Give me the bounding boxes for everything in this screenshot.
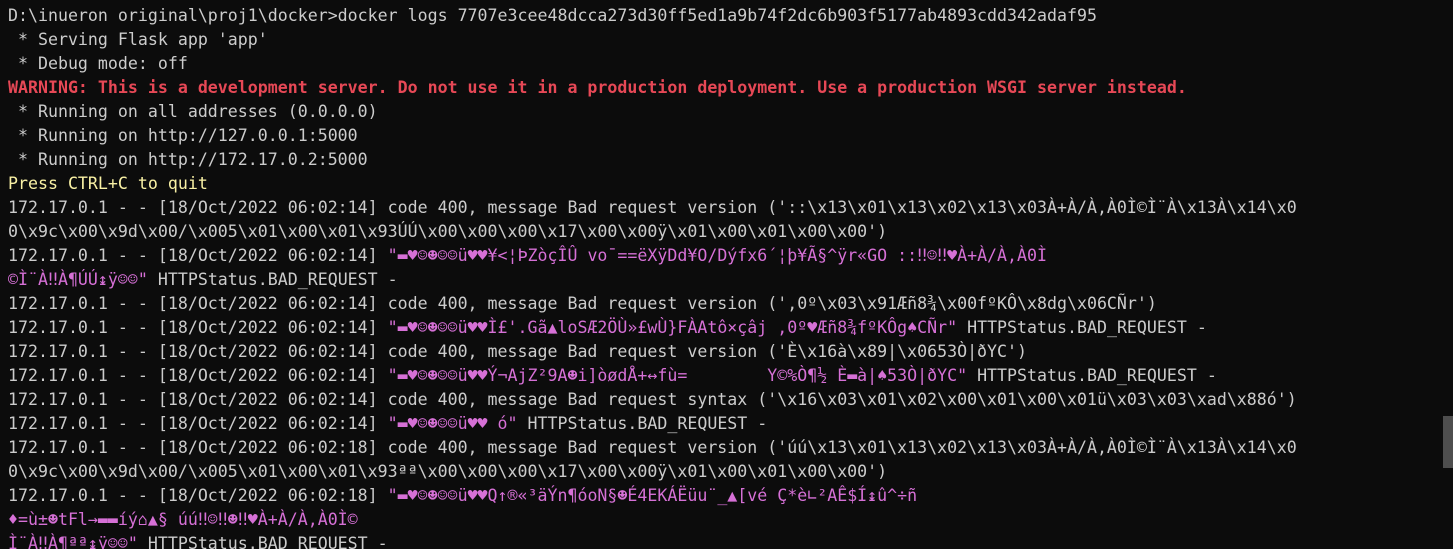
garbled-request: "▬♥☺☻☺☺ü♥♥Ì£'.Gã▲loSÆ2ÖÙ»£wÙ}FÀAtô×çâj ,… — [387, 318, 958, 337]
log-line: 172.17.0.1 - - [18/Oct/2022 06:02:18] co… — [8, 438, 1297, 457]
log-suffix: HTTPStatus.BAD_REQUEST - — [147, 270, 398, 289]
log-line: 0\x9c\x00\x9d\x00/\x005\x01\x00\x01\x93ª… — [8, 462, 888, 481]
garbled-request: ©Ì¨À‼À¶ÚÚ↨ÿ☺☺" — [8, 270, 148, 289]
log-suffix: HTTPStatus.BAD_REQUEST - — [967, 366, 1217, 385]
garbled-request: "▬♥☺☻☺☺ü♥♥Ý¬AjZ²9A☻i]òødÅ+↔fù= Y©%Ò¶½ È▬… — [387, 366, 968, 385]
log-prefix: 172.17.0.1 - - [18/Oct/2022 06:02:14] — [8, 414, 388, 433]
log-prefix: 172.17.0.1 - - [18/Oct/2022 06:02:18] — [8, 486, 388, 505]
log-prefix: 172.17.0.1 - - [18/Oct/2022 06:02:14] — [8, 318, 388, 337]
terminal-window[interactable]: D:\inueron original\proj1\docker>docker … — [0, 0, 1453, 549]
log-line: 172.17.0.1 - - [18/Oct/2022 06:02:14] co… — [8, 390, 1297, 409]
log-line: ©Ì¨À‼À¶ÚÚ↨ÿ☺☺" HTTPStatus.BAD_REQUEST - — [8, 268, 1453, 292]
log-prefix: 172.17.0.1 - - [18/Oct/2022 06:02:14] — [8, 246, 388, 265]
running-all-addresses-line: * Running on all addresses (0.0.0.0) — [8, 102, 378, 121]
log-line: 172.17.0.1 - - [18/Oct/2022 06:02:14] co… — [8, 342, 1028, 361]
log-suffix: HTTPStatus.BAD_REQUEST - — [517, 414, 768, 433]
log-line: 172.17.0.1 - - [18/Oct/2022 06:02:14] co… — [8, 294, 1157, 313]
running-localhost-line: * Running on http://127.0.0.1:5000 — [8, 126, 358, 145]
log-line: 172.17.0.1 - - [18/Oct/2022 06:02:14] "▬… — [8, 364, 1453, 388]
log-line: 172.17.0.1 - - [18/Oct/2022 06:02:14] "▬… — [8, 244, 1453, 268]
log-suffix: HTTPStatus.BAD_REQUEST - — [957, 318, 1207, 337]
log-line: 172.17.0.1 - - [18/Oct/2022 06:02:14] co… — [8, 198, 1297, 217]
log-prefix: 172.17.0.1 - - [18/Oct/2022 06:02:14] — [8, 366, 388, 385]
debug-mode-line: * Debug mode: off — [8, 54, 188, 73]
scrollbar-thumb[interactable] — [1443, 416, 1453, 468]
command-line: D:\inueron original\proj1\docker>docker … — [8, 6, 1097, 25]
log-suffix: HTTPStatus.BAD_REQUEST - — [137, 534, 388, 549]
log-line: Ì¨À‼À¶ªª↨ÿ☺☺" HTTPStatus.BAD_REQUEST - — [8, 532, 1453, 549]
garbled-request: Ì¨À‼À¶ªª↨ÿ☺☺" — [8, 534, 138, 549]
garbled-request: "▬♥☺☻☺☺ü♥♥¥<¦ÞZòçÎÛ vo¯==ëXÿDd¥O/Dýfx6´¦… — [387, 246, 1047, 265]
log-line: 172.17.0.1 - - [18/Oct/2022 06:02:14] "▬… — [8, 316, 1453, 340]
running-container-ip-line: * Running on http://172.17.0.2:5000 — [8, 150, 368, 169]
log-line: 0\x9c\x00\x9d\x00/\x005\x01\x00\x01\x93Ú… — [8, 222, 888, 241]
garbled-request: ♦=ù±☻tFl→▬▬íý⌂▲§ úú‼☺‼☻‼♥À+À/À,À0Ì© — [8, 510, 358, 529]
flask-serving-line: * Serving Flask app 'app' — [8, 30, 268, 49]
garbled-request: "▬♥☺☻☺☺ü♥♥Q↑®«³äÝn¶óoN§☻É4EKÁËüu¨_▲[vé Ç… — [387, 486, 918, 505]
log-line: ♦=ù±☻tFl→▬▬íý⌂▲§ úú‼☺‼☻‼♥À+À/À,À0Ì© — [8, 508, 1453, 532]
log-line: 172.17.0.1 - - [18/Oct/2022 06:02:14] "▬… — [8, 412, 1453, 436]
log-line: 172.17.0.1 - - [18/Oct/2022 06:02:18] "▬… — [8, 484, 1453, 508]
warning-line: WARNING: This is a development server. D… — [8, 78, 1187, 97]
garbled-request: "▬♥☺☻☺☺ü♥♥ ó" — [387, 414, 518, 433]
quit-hint-line: Press CTRL+C to quit — [8, 174, 208, 193]
